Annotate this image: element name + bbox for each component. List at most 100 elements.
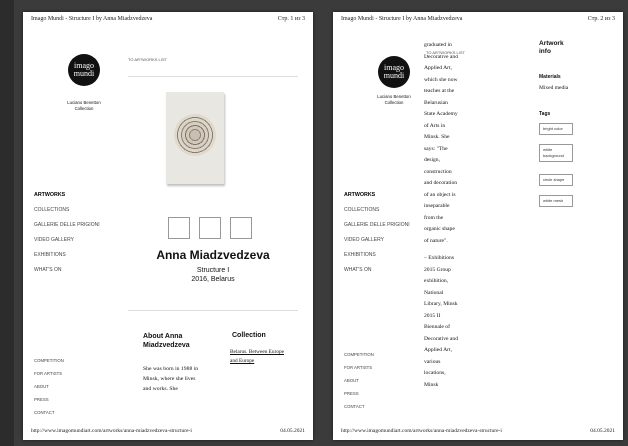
bio-line: inseparable <box>424 203 450 209</box>
bio-line: Library, Minsk <box>424 301 458 307</box>
bio-line: locations, <box>424 370 446 376</box>
bio-line: from the <box>424 214 444 221</box>
nav-item-whats-on[interactable]: WHAT'S ON <box>34 267 114 273</box>
bio-line: design, <box>424 157 441 163</box>
bio-line: Applied Art, <box>424 65 452 71</box>
nav-item-press[interactable]: PRESS <box>34 397 114 402</box>
bio-line: organic shape <box>424 226 455 232</box>
tags-label: Tags <box>539 111 551 117</box>
artist-name: Anna Miadzvedzeva <box>156 248 270 262</box>
imago-mundi-logo[interactable]: imago mundi <box>68 54 100 86</box>
tag-bright-color[interactable]: bright color <box>539 123 573 135</box>
nav-item-collections[interactable]: COLLECTIONS <box>344 207 424 213</box>
materials-value: Mixed media <box>539 85 569 91</box>
nav-item-artworks[interactable]: ARTWORKS <box>34 192 114 198</box>
bio-line: 2015 Group <box>424 266 451 273</box>
page-footer-url: http://www.imagomundiart.com/artworks/an… <box>341 428 502 434</box>
bio-line: which she now <box>424 76 458 83</box>
nav-item-about[interactable]: ABOUT <box>34 384 114 389</box>
nav-item-exhibitions[interactable]: EXHIBITIONS <box>344 252 424 258</box>
nav-item-press[interactable]: PRESS <box>344 391 424 396</box>
nav-item-whats-on[interactable]: WHAT'S ON <box>344 267 424 273</box>
page-header-title: Imago Mundi - Structure I by Anna Miadzv… <box>341 16 463 22</box>
nav-item-for-artists[interactable]: FOR ARTISTS <box>344 365 424 370</box>
collection-heading: Collection <box>232 332 266 339</box>
artwork-disc-graphic <box>174 114 216 156</box>
nav-item-contact[interactable]: CONTACT <box>344 404 424 409</box>
main-nav: ARTWORKS COLLECTIONS GALLERIE DELLE PRIG… <box>34 192 114 282</box>
bio-line: construction <box>424 168 452 175</box>
bio-line: says: "The <box>424 145 448 152</box>
page-number: Стр. 2 из 3 <box>587 16 615 22</box>
page-header-title: Imago Mundi - Structure I by Anna Miadzv… <box>31 16 153 22</box>
about-artist-heading: About Anna Miadzvedzeva <box>143 333 190 349</box>
page-header: Imago Mundi - Structure I by Anna Miadzv… <box>341 16 615 22</box>
collection-link[interactable]: Belarus. Between Europe and Europe <box>230 348 288 366</box>
footer-nav: COMPETITION FOR ARTISTS ABOUT PRESS CONT… <box>34 358 114 423</box>
bio-line: various <box>424 358 441 365</box>
nav-item-collections[interactable]: COLLECTIONS <box>34 207 114 213</box>
page-footer: http://www.imagomundiart.com/artworks/an… <box>31 428 305 434</box>
page-footer-url: http://www.imagomundiart.com/artworks/an… <box>31 428 192 434</box>
bio-line: teaches at the <box>424 88 455 94</box>
artwork-info-heading: Artwork info <box>539 40 564 56</box>
tag-white-mesh[interactable]: white mesh <box>539 195 573 207</box>
tag-white-background[interactable]: white background <box>539 144 573 162</box>
bio-line: Minsk <box>424 381 439 388</box>
nav-item-about[interactable]: ABOUT <box>344 378 424 383</box>
nav-item-contact[interactable]: CONTACT <box>34 410 114 415</box>
artwork-info-heading-line-2: info <box>539 48 551 55</box>
bio-line: National <box>424 289 444 296</box>
artwork-info-heading-line-1: Artwork <box>539 40 564 47</box>
bio-line: exhibition, <box>424 278 449 284</box>
artist-bio-continued: graduated in Decorative and Applied Art,… <box>424 40 478 391</box>
thumbnail[interactable] <box>199 217 221 239</box>
main-nav: ARTWORKS COLLECTIONS GALLERIE DELLE PRIG… <box>344 192 424 282</box>
document-page-1[interactable]: Imago Mundi - Structure I by Anna Miadzv… <box>23 12 313 440</box>
logo-line-2: mundi <box>73 69 95 78</box>
back-to-artworks-link[interactable]: TO ARTWORKS LIST <box>128 57 167 62</box>
bio-line: – Exhibitions <box>424 255 454 261</box>
artwork-title: Structure I <box>196 267 230 274</box>
nav-item-video-gallery[interactable]: VIDEO GALLERY <box>344 237 424 243</box>
page-header: Imago Mundi - Structure I by Anna Miadzv… <box>31 16 305 22</box>
nav-item-for-artists[interactable]: FOR ARTISTS <box>34 371 114 376</box>
nav-item-gallerie-delle-prigioni[interactable]: GALLERIE DELLE PRIGIONI <box>34 222 114 228</box>
nav-item-exhibitions[interactable]: EXHIBITIONS <box>34 252 114 258</box>
pdf-viewer: Imago Mundi - Structure I by Anna Miadzv… <box>0 0 628 446</box>
page-footer-date: 04.05.2021 <box>280 428 305 434</box>
artwork-meta: Structure I 2016, Belarus <box>128 266 298 284</box>
imago-mundi-logo[interactable]: imago mundi <box>378 56 410 88</box>
collection-caption: Luciano Benetton Collection <box>53 100 115 112</box>
artwork-image[interactable] <box>166 92 224 184</box>
bio-line: of an object is <box>424 191 456 198</box>
nav-item-video-gallery[interactable]: VIDEO GALLERY <box>34 237 114 243</box>
divider <box>128 310 298 311</box>
nav-item-competition[interactable]: COMPETITION <box>34 358 114 363</box>
bio-line: Decorative and <box>424 335 459 342</box>
viewer-sidebar-strip <box>0 0 14 446</box>
bio-line: of nature". <box>424 237 448 244</box>
collection-caption: Luciano Benetton Collection <box>363 94 425 106</box>
bio-line: Minsk. She <box>424 134 450 140</box>
page-number: Стр. 1 из 3 <box>277 16 305 22</box>
thumbnail[interactable] <box>230 217 252 239</box>
logo-line-2: mundi <box>383 71 405 80</box>
bio-line: 2015 II <box>424 312 441 319</box>
collection-caption-line-2: Collection <box>384 100 404 105</box>
nav-item-gallerie-delle-prigioni[interactable]: GALLERIE DELLE PRIGIONI <box>344 222 424 228</box>
page-footer-date: 04.05.2021 <box>590 428 615 434</box>
nav-item-competition[interactable]: COMPETITION <box>344 352 424 357</box>
document-page-2[interactable]: Imago Mundi - Structure I by Anna Miadzv… <box>333 12 623 440</box>
footer-nav: COMPETITION FOR ARTISTS ABOUT PRESS CONT… <box>344 352 424 417</box>
artwork-year-country: 2016, Belarus <box>191 276 235 283</box>
bio-line: Biennale of <box>424 324 450 330</box>
back-to-artworks-link[interactable]: TO ARTWORKS LIST <box>426 50 465 55</box>
divider <box>128 76 298 77</box>
bio-line: Belarusian <box>424 99 448 106</box>
tag-circle-shape[interactable]: circle shape <box>539 174 573 186</box>
materials-label: Materials <box>539 74 561 80</box>
nav-item-artworks[interactable]: ARTWORKS <box>344 192 424 198</box>
thumbnail[interactable] <box>168 217 190 239</box>
bio-line: and decoration <box>424 180 458 186</box>
